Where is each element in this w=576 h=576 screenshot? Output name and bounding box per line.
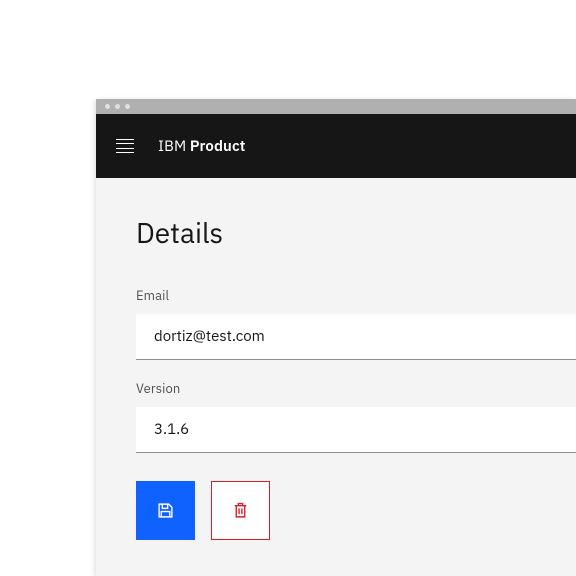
email-field[interactable]: [136, 314, 576, 360]
save-icon: [157, 502, 174, 519]
version-field[interactable]: [136, 407, 576, 453]
delete-button[interactable]: [211, 481, 270, 540]
brand-name: Product: [190, 137, 246, 156]
trash-icon: [232, 502, 249, 519]
save-button[interactable]: [136, 481, 195, 540]
menu-icon[interactable]: [116, 139, 134, 154]
brand-prefix: IBM: [158, 137, 186, 156]
browser-titlebar: [96, 99, 576, 114]
email-field-group: Email: [136, 287, 576, 360]
traffic-light-close[interactable]: [105, 104, 110, 109]
traffic-light-maximize[interactable]: [125, 104, 130, 109]
version-field-group: Version: [136, 380, 576, 453]
button-row: [136, 481, 576, 540]
version-label: Version: [136, 380, 576, 397]
app-header: IBM Product: [96, 114, 576, 178]
brand: IBM Product: [158, 137, 245, 156]
traffic-light-minimize[interactable]: [115, 104, 120, 109]
page-title: Details: [136, 214, 576, 251]
browser-window: IBM Product Details Email Version: [96, 99, 576, 576]
email-label: Email: [136, 287, 576, 304]
content-area: Details Email Version: [96, 178, 576, 540]
